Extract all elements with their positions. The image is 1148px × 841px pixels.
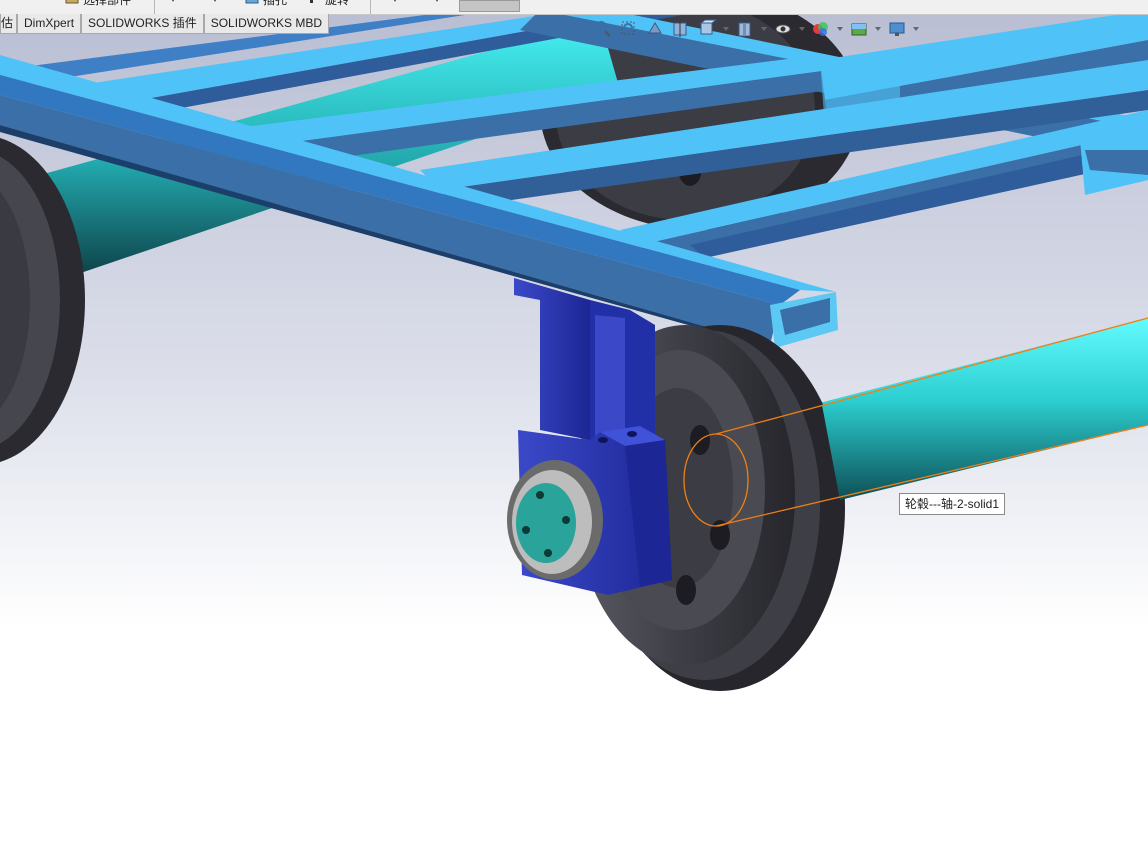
separator [154, 0, 155, 14]
command-manager-tabs: 估 DimXpert SOLIDWORKS 插件 SOLIDWORKS MBD [0, 14, 330, 34]
dropdown-arrow-1[interactable]: ▾ [170, 0, 176, 5]
section-view-icon[interactable] [670, 18, 692, 40]
model-view[interactable] [0, 0, 1148, 837]
hole-icon [244, 0, 260, 8]
view-settings-icon[interactable] [886, 18, 908, 40]
graphics-viewport[interactable] [0, 0, 1148, 837]
feature-label: 插孔 [263, 0, 288, 7]
active-tool-button[interactable] [459, 0, 520, 12]
chevron-down-icon[interactable] [798, 18, 806, 40]
tab-solidworks-addins[interactable]: SOLIDWORKS 插件 [81, 14, 204, 34]
dropdown-arrow-2[interactable]: ▾ [212, 0, 218, 5]
chevron-down-icon[interactable] [836, 18, 844, 40]
chevron-down-icon: ▾ [434, 0, 440, 5]
command-manager-strip: 选择部件 ▾ ▾ 插孔 旋转 ▾ ▾ [0, 0, 1148, 15]
hide-show-items-icon[interactable] [772, 18, 794, 40]
chevron-down-icon: ▾ [170, 0, 176, 5]
chevron-down-icon[interactable] [722, 18, 730, 40]
apply-scene-icon[interactable] [848, 18, 870, 40]
dropdown-arrow-3[interactable]: ▾ [392, 0, 398, 5]
separator [370, 0, 371, 14]
hub-cap [507, 460, 603, 580]
zoom-to-area-icon[interactable] [618, 18, 640, 40]
chevron-down-icon[interactable] [760, 18, 768, 40]
edit-appearance-icon[interactable] [810, 18, 832, 40]
previous-view-icon[interactable] [644, 18, 666, 40]
feature-button[interactable]: 插孔 [244, 0, 287, 8]
zoom-to-fit-icon[interactable] [592, 18, 614, 40]
tab-solidworks-mbd[interactable]: SOLIDWORKS MBD [203, 14, 330, 34]
chevron-down-icon: ▾ [392, 0, 398, 5]
heads-up-view-toolbar [592, 16, 920, 42]
insert-components-label: 选择部件 [83, 0, 132, 7]
dropdown-arrow-4[interactable]: ▾ [434, 0, 440, 5]
rotate-icon [308, 0, 322, 8]
rotate-label: 旋转 [325, 0, 350, 7]
chevron-down-icon[interactable] [912, 18, 920, 40]
chevron-down-icon[interactable] [874, 18, 882, 40]
tab-dimxpert[interactable]: DimXpert [17, 14, 82, 34]
display-style-icon[interactable] [734, 18, 756, 40]
component-icon [64, 0, 80, 8]
selection-tooltip: 轮毂---轴-2-solid1 [899, 493, 1006, 515]
rotate-button[interactable]: 旋转 [308, 0, 349, 8]
insert-components-button[interactable]: 选择部件 [64, 0, 131, 8]
tab-evaluate[interactable]: 估 [0, 14, 18, 34]
view-orientation-icon[interactable] [696, 18, 718, 40]
chevron-down-icon: ▾ [212, 0, 218, 5]
